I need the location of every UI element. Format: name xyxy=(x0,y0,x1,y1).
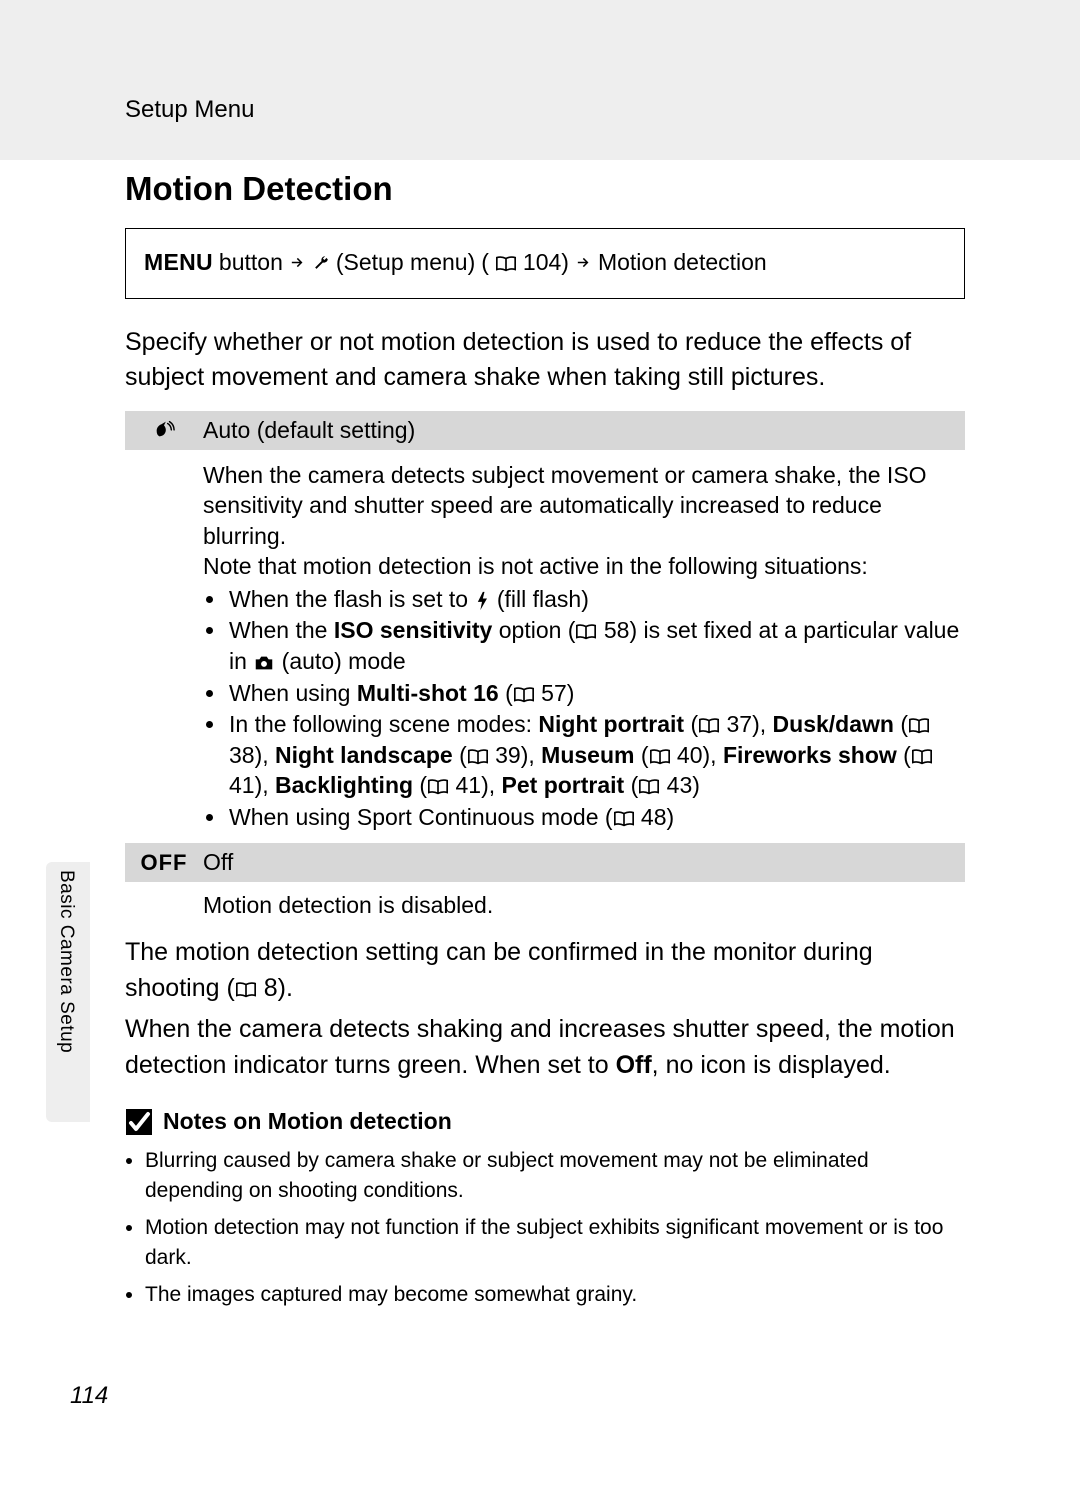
page-number: 114 xyxy=(70,1382,108,1410)
auto-b3-ref: 57) xyxy=(535,680,575,706)
post-para-2: When the camera detects shaking and incr… xyxy=(125,1012,965,1083)
fill-flash-icon xyxy=(474,586,490,612)
book-icon xyxy=(911,742,933,768)
motion-detection-icon xyxy=(153,417,175,442)
main-content: Motion Detection MENU button (Setup menu… xyxy=(125,170,965,1083)
off-icon-cell: OFF xyxy=(125,850,203,876)
paren: ( xyxy=(684,711,698,737)
note-2: Motion detection may not function if the… xyxy=(145,1213,965,1274)
wrench-icon xyxy=(312,245,330,280)
camera-icon xyxy=(253,648,275,674)
note-1: Blurring caused by camera shake or subje… xyxy=(145,1146,965,1207)
auto-b1-post: (fill flash) xyxy=(490,586,588,612)
auto-b4-np-ref: 37), xyxy=(720,711,772,737)
auto-bullet-4: In the following scene modes: Night port… xyxy=(227,709,965,801)
auto-b4-nl: Night landscape xyxy=(275,742,453,768)
notes-title-row: Notes on Motion detection xyxy=(125,1108,965,1136)
auto-b4-nl-ref: 39), xyxy=(489,742,541,768)
post-para-1: The motion detection setting can be conf… xyxy=(125,935,965,1006)
auto-bullet-list: When the flash is set to (fill flash) Wh… xyxy=(203,584,965,833)
nav-path: MENU button (Setup menu) ( 104) Motion d… xyxy=(144,245,946,280)
breadcrumb: Setup Menu xyxy=(125,96,254,124)
auto-b4-dd-ref: 38), xyxy=(229,742,275,768)
nav-target: Motion detection xyxy=(598,245,767,280)
option-auto-body: When the camera detects subject movement… xyxy=(125,450,965,844)
auto-b4-pre: In the following scene modes: xyxy=(229,711,538,737)
auto-b3-pre: When using xyxy=(229,680,357,706)
nav-ref-open: ( xyxy=(481,245,489,280)
book-icon xyxy=(235,974,257,1002)
auto-b4-dd: Dusk/dawn xyxy=(773,711,894,737)
option-off-header: OFF Off xyxy=(125,843,965,882)
post-p2-post: , no icon is displayed. xyxy=(652,1051,891,1079)
auto-para2: Note that motion detection is not active… xyxy=(203,551,965,582)
option-off-body: Motion detection is disabled. xyxy=(125,882,965,929)
auto-b4-pp: Pet portrait xyxy=(502,772,625,798)
auto-b4-fw-ref: 41), xyxy=(229,772,275,798)
option-auto-title: Auto (default setting) xyxy=(203,417,415,444)
auto-b2-post: (auto) mode xyxy=(275,648,405,674)
auto-b2-iso: ISO sensitivity xyxy=(334,617,493,643)
caution-check-icon xyxy=(125,1108,153,1136)
motion-icon-cell xyxy=(125,417,203,443)
auto-bullet-3: When using Multi-shot 16 ( 57) xyxy=(227,678,965,709)
auto-b4-fw: Fireworks show xyxy=(723,742,897,768)
paren: ( xyxy=(897,742,911,768)
option-off-title: Off xyxy=(203,849,233,876)
option-auto-header: Auto (default setting) xyxy=(125,411,965,450)
nav-ref-104: 104) xyxy=(523,245,569,280)
auto-b2-mid: option ( xyxy=(492,617,575,643)
notes-block: Notes on Motion detection Blurring cause… xyxy=(125,1108,965,1316)
nav-button-word: button xyxy=(219,245,283,280)
page: Setup Menu Basic Camera Setup Motion Det… xyxy=(0,0,1080,1486)
post-p1-ref: 8). xyxy=(257,974,293,1002)
notes-list: Blurring caused by camera shake or subje… xyxy=(125,1146,965,1310)
auto-b4-bl-ref: 41), xyxy=(449,772,501,798)
book-icon xyxy=(649,742,671,768)
book-icon xyxy=(698,711,720,737)
options-table: Auto (default setting) When the camera d… xyxy=(125,411,965,930)
book-icon xyxy=(427,772,449,798)
header-bar xyxy=(0,0,1080,160)
auto-b3-open: ( xyxy=(499,680,513,706)
auto-b4-bl: Backlighting xyxy=(275,772,413,798)
auto-b5-ref: 48) xyxy=(635,804,675,830)
book-icon xyxy=(513,680,535,706)
auto-b2-pre: When the xyxy=(229,617,334,643)
auto-b4-mu: Museum xyxy=(541,742,634,768)
menu-button-label: MENU xyxy=(144,245,213,280)
book-icon xyxy=(575,617,597,643)
page-title: Motion Detection xyxy=(125,170,965,208)
auto-para1: When the camera detects subject movement… xyxy=(203,460,965,552)
book-icon xyxy=(908,711,930,737)
post-p2-off: Off xyxy=(616,1051,652,1079)
auto-b4-pp-ref: 43) xyxy=(660,772,700,798)
auto-b3-ms: Multi-shot 16 xyxy=(357,680,499,706)
auto-b4-mu-ref: 40), xyxy=(671,742,723,768)
auto-b4-np: Night portrait xyxy=(538,711,684,737)
auto-bullet-2: When the ISO sensitivity option ( 58) is… xyxy=(227,615,965,676)
intro-paragraph: Specify whether or not motion detection … xyxy=(125,325,965,395)
book-icon xyxy=(613,804,635,830)
paren: ( xyxy=(634,742,648,768)
auto-bullet-5: When using Sport Continuous mode ( 48) xyxy=(227,802,965,833)
paren: ( xyxy=(894,711,908,737)
nav-path-box: MENU button (Setup menu) ( 104) Motion d… xyxy=(125,228,965,299)
nav-setup-menu: (Setup menu) xyxy=(336,245,475,280)
paren: ( xyxy=(453,742,467,768)
book-icon xyxy=(638,772,660,798)
auto-b5-pre: When using Sport Continuous mode ( xyxy=(229,804,613,830)
arrow-right-icon xyxy=(575,245,592,280)
off-icon-text: OFF xyxy=(141,850,188,875)
paren: ( xyxy=(624,772,638,798)
side-section-label: Basic Camera Setup xyxy=(55,870,77,1053)
note-3: The images captured may become somewhat … xyxy=(145,1280,965,1310)
notes-title: Notes on Motion detection xyxy=(163,1108,452,1135)
auto-bullet-1: When the flash is set to (fill flash) xyxy=(227,584,965,615)
auto-b1-pre: When the flash is set to xyxy=(229,586,474,612)
book-icon xyxy=(467,742,489,768)
paren: ( xyxy=(413,772,427,798)
arrow-right-icon xyxy=(289,245,306,280)
book-icon xyxy=(495,245,517,280)
